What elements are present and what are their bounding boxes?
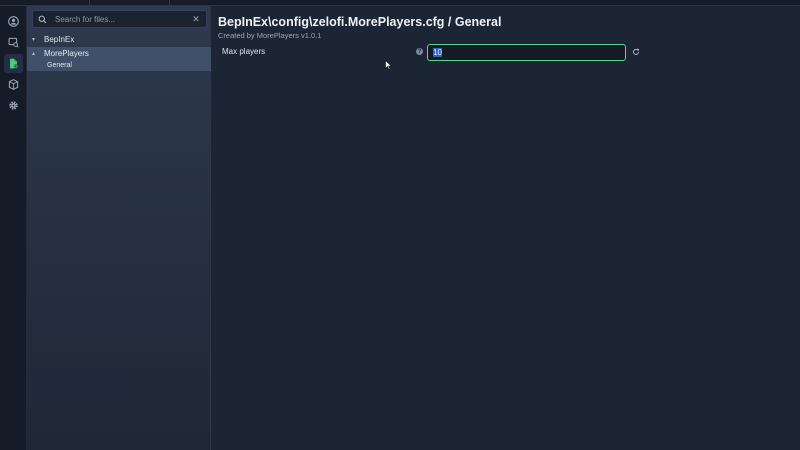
- tree-item-bepinex[interactable]: ▾ BepInEx: [27, 33, 211, 45]
- close-icon[interactable]: ✕: [189, 14, 203, 25]
- tree-item-moreplayers[interactable]: ▴ MorePlayers: [27, 47, 211, 59]
- settings-button[interactable]: [4, 96, 23, 115]
- chevron-down-icon: ▾: [32, 36, 36, 43]
- profile-icon: [8, 16, 19, 27]
- profile-button[interactable]: [4, 12, 23, 31]
- tree-item-label: General: [47, 61, 72, 69]
- search-icon: [38, 15, 52, 24]
- reset-icon[interactable]: [631, 47, 641, 57]
- config-editor-button[interactable]: [4, 54, 23, 73]
- chevron-up-icon: ▴: [32, 50, 36, 57]
- page-title: BepInEx\config\zelofi.MorePlayers.cfg / …: [218, 15, 502, 29]
- file-tree-panel: ✕ ▾ BepInEx ▴ MorePlayers General: [27, 6, 211, 450]
- gear-icon: [9, 101, 18, 110]
- file-tree: ▾ BepInEx ▴ MorePlayers General: [27, 33, 211, 71]
- help-icon[interactable]: ?: [416, 48, 423, 55]
- config-editor: BepInEx\config\zelofi.MorePlayers.cfg / …: [211, 6, 800, 450]
- browse-button[interactable]: [4, 33, 23, 52]
- tree-item-label: MorePlayers: [44, 48, 89, 58]
- tree-item-label: BepInEx: [44, 34, 75, 44]
- package-icon: [8, 79, 19, 90]
- search-input[interactable]: [52, 11, 189, 27]
- tree-item-general[interactable]: General: [27, 59, 211, 71]
- page-subtitle: Created by MorePlayers v1.0.1: [218, 31, 322, 40]
- icon-rail: [0, 6, 27, 450]
- setting-row-max-players: Max players ?: [211, 42, 800, 62]
- image-search-icon: [8, 37, 19, 48]
- max-players-input[interactable]: [427, 44, 626, 61]
- mouse-cursor-icon: [385, 60, 392, 70]
- setting-label: Max players: [222, 47, 266, 56]
- config-file-icon: [10, 58, 18, 69]
- mods-button[interactable]: [4, 75, 23, 94]
- search-box: ✕: [32, 10, 207, 28]
